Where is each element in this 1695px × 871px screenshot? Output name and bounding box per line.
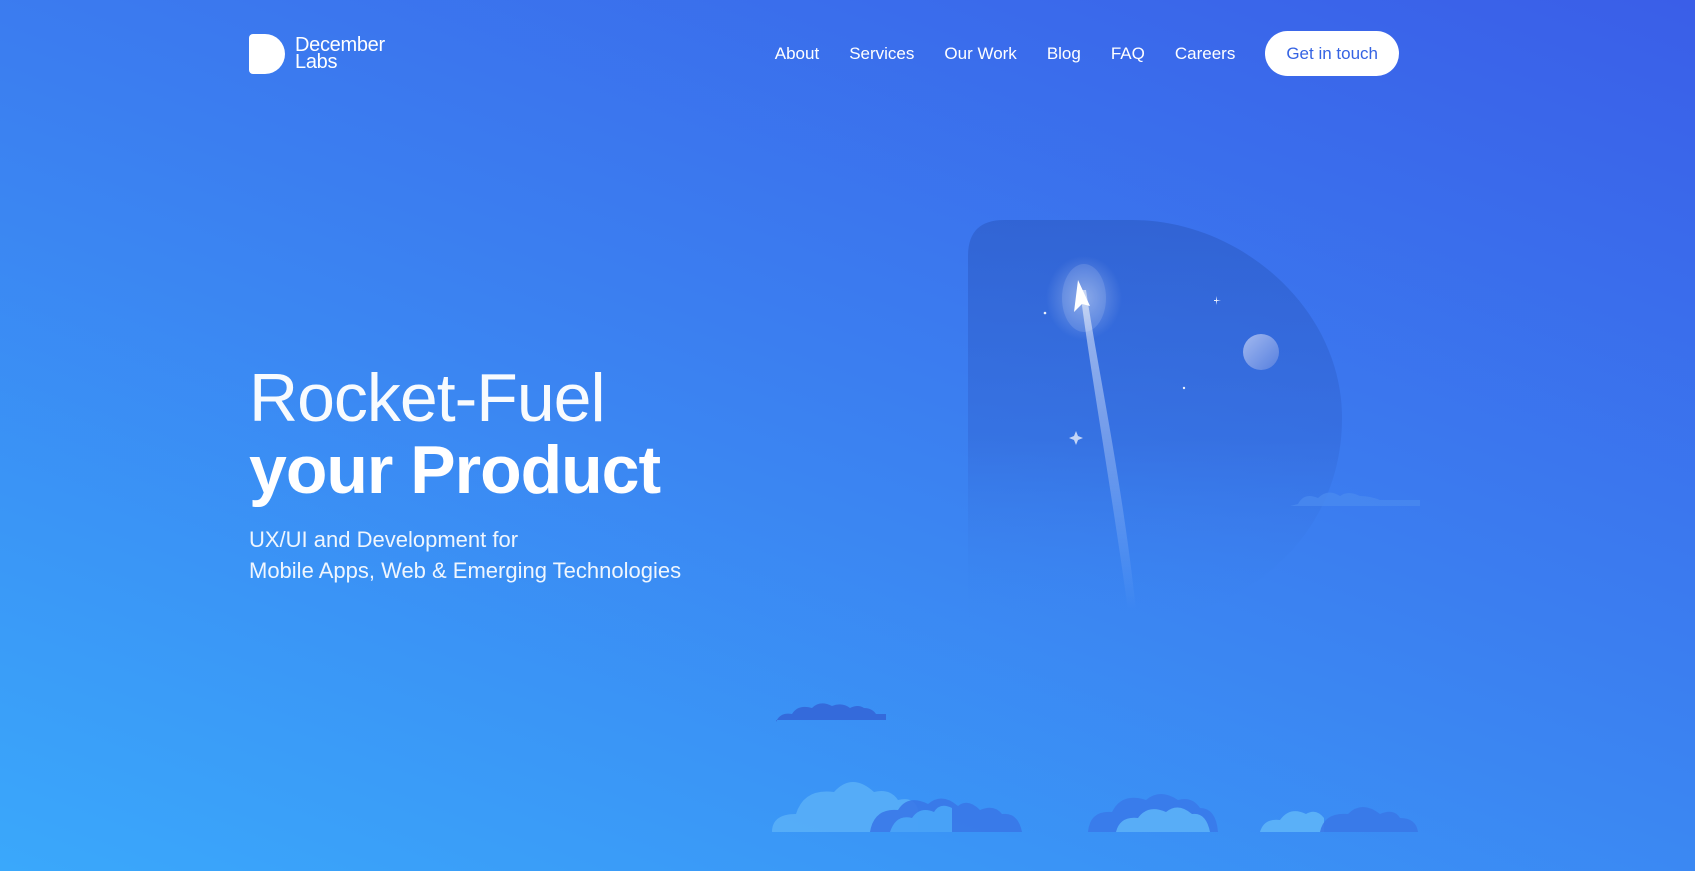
- hero-subtitle-line1: UX/UI and Development for: [249, 527, 519, 552]
- brand-logo[interactable]: December Labs: [249, 34, 385, 74]
- brand-name-line2: Labs: [295, 51, 338, 73]
- nav-item-faq[interactable]: FAQ: [1111, 44, 1145, 64]
- nav-item-careers[interactable]: Careers: [1175, 44, 1235, 64]
- hero-subtitle-line2: Mobile Apps, Web & Emerging Technologies: [249, 558, 682, 583]
- nav-item-blog[interactable]: Blog: [1047, 44, 1081, 64]
- nav-item-about[interactable]: About: [775, 44, 819, 64]
- main-nav: About Services Our Work Blog FAQ Careers…: [775, 31, 1399, 76]
- hero-title-line1: Rocket-Fuel: [249, 360, 606, 436]
- d-logo-icon: [249, 34, 285, 74]
- nav-item-our-work[interactable]: Our Work: [944, 44, 1016, 64]
- star-icon: [1043, 311, 1047, 315]
- hero-title-line2: your Product: [249, 432, 661, 508]
- hero-section: Rocket-Fuel your Product UX/UI and Devel…: [249, 362, 681, 586]
- bottom-clouds: [772, 782, 1418, 832]
- cloud-icon: [776, 703, 886, 722]
- d-shape-body: [968, 220, 1342, 620]
- moon-icon: [1243, 334, 1279, 370]
- d-shape-rocket-illustration: [772, 220, 1420, 832]
- get-in-touch-button[interactable]: Get in touch: [1265, 31, 1399, 76]
- hero-subtitle: UX/UI and Development for Mobile Apps, W…: [249, 524, 681, 586]
- brand-name: December Labs: [295, 35, 385, 73]
- star-icon: [1182, 386, 1186, 390]
- site-header: December Labs About Services Our Work Bl…: [0, 0, 1695, 110]
- nav-item-services[interactable]: Services: [849, 44, 914, 64]
